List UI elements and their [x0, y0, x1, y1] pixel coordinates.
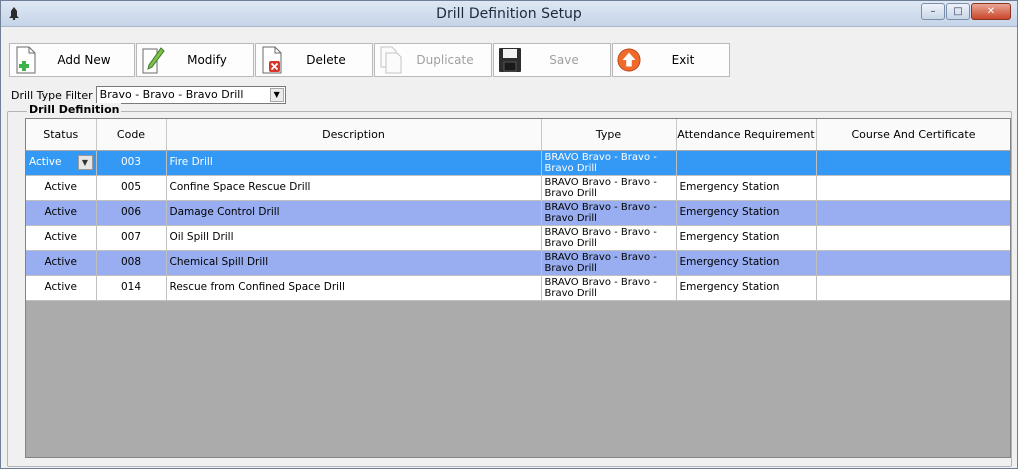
- pencil-icon: [141, 46, 165, 74]
- status-cell[interactable]: Active ▼: [26, 150, 97, 176]
- grid-header-row: Status Code Description Type Attendance …: [26, 119, 1010, 151]
- drill-definition-group-title: Drill Definition: [27, 103, 122, 116]
- drill-type-filter-value: Bravo - Bravo - Bravo Drill: [99, 88, 244, 101]
- course-cell: [816, 200, 1010, 226]
- course-cell: [816, 225, 1010, 251]
- duplicate-label: Duplicate: [416, 53, 474, 67]
- column-header-course[interactable]: Course And Certificate: [816, 119, 1010, 151]
- save-button[interactable]: Save: [493, 43, 611, 77]
- type-cell: BRAVO Bravo - Bravo - Bravo Drill: [541, 200, 677, 226]
- course-cell: [816, 150, 1010, 176]
- drill-type-filter-select[interactable]: Bravo - Bravo - Bravo Drill ▼: [95, 86, 286, 104]
- description-cell: Confine Space Rescue Drill: [166, 175, 542, 201]
- add-new-label: Add New: [57, 53, 111, 67]
- code-cell: 006: [96, 200, 167, 226]
- description-cell: Rescue from Confined Space Drill: [166, 275, 542, 301]
- drill-type-filter: Drill Type Filter Bravo - Bravo - Bravo …: [11, 86, 286, 104]
- maximize-button[interactable]: □: [946, 3, 970, 20]
- attendance-cell: Emergency Station: [676, 250, 817, 276]
- status-cell: Active: [26, 200, 97, 226]
- code-cell: 003: [96, 150, 167, 176]
- column-header-type[interactable]: Type: [541, 119, 677, 151]
- type-cell: BRAVO Bravo - Bravo - Bravo Drill: [541, 250, 677, 276]
- code-cell: 008: [96, 250, 167, 276]
- course-cell: [816, 275, 1010, 301]
- type-cell: BRAVO Bravo - Bravo - Bravo Drill: [541, 225, 677, 251]
- window-controls: – □ ✕: [920, 3, 1011, 20]
- code-cell: 007: [96, 225, 167, 251]
- exit-button[interactable]: Exit: [612, 43, 730, 77]
- up-arrow-icon: [617, 46, 641, 74]
- column-header-status[interactable]: Status: [26, 119, 97, 151]
- title-bar[interactable]: Drill Definition Setup – □ ✕: [1, 1, 1017, 27]
- description-cell: Chemical Spill Drill: [166, 250, 542, 276]
- add-document-icon: [14, 46, 38, 74]
- course-cell: [816, 250, 1010, 276]
- status-cell: Active: [26, 175, 97, 201]
- table-row[interactable]: Active 008 Chemical Spill Drill BRAVO Br…: [26, 250, 1010, 276]
- copy-icon: [379, 46, 403, 74]
- modify-button[interactable]: Modify: [136, 43, 254, 77]
- minimize-button[interactable]: –: [921, 3, 945, 20]
- delete-label: Delete: [306, 53, 346, 67]
- description-cell: Oil Spill Drill: [166, 225, 542, 251]
- type-cell: BRAVO Bravo - Bravo - Bravo Drill: [541, 175, 677, 201]
- course-cell: [816, 175, 1010, 201]
- table-row[interactable]: Active 014 Rescue from Confined Space Dr…: [26, 275, 1010, 301]
- drill-definition-window: Drill Definition Setup – □ ✕ Add New Mod…: [0, 0, 1018, 469]
- table-row[interactable]: Active ▼ 003 Fire Drill BRAVO Bravo - Br…: [26, 150, 1010, 176]
- attendance-cell: Emergency Station: [676, 175, 817, 201]
- column-header-attendance[interactable]: Attendance Requirement: [676, 119, 817, 151]
- drill-definition-table: Status Code Description Type Attendance …: [26, 119, 1010, 301]
- column-header-description[interactable]: Description: [166, 119, 542, 151]
- table-row[interactable]: Active 007 Oil Spill Drill BRAVO Bravo -…: [26, 225, 1010, 251]
- status-value: Active: [29, 156, 62, 168]
- type-cell: BRAVO Bravo - Bravo - Bravo Drill: [541, 275, 677, 301]
- modify-label: Modify: [187, 53, 227, 67]
- exit-label: Exit: [671, 53, 695, 67]
- save-label: Save: [549, 53, 579, 67]
- table-row[interactable]: Active 005 Confine Space Rescue Drill BR…: [26, 175, 1010, 201]
- chevron-down-icon[interactable]: ▼: [269, 88, 284, 102]
- attendance-cell: Emergency Station: [676, 275, 817, 301]
- drill-type-filter-label: Drill Type Filter: [11, 88, 93, 102]
- floppy-disk-icon: [498, 46, 522, 74]
- status-cell: Active: [26, 275, 97, 301]
- attendance-cell: Emergency Station: [676, 200, 817, 226]
- code-cell: 014: [96, 275, 167, 301]
- delete-document-icon: [260, 46, 284, 74]
- type-cell: BRAVO Bravo - Bravo - Bravo Drill: [541, 150, 677, 176]
- toolbar: Add New Modify Delete Duplicate Save Exi…: [9, 43, 731, 77]
- description-cell: Damage Control Drill: [166, 200, 542, 226]
- close-button[interactable]: ✕: [971, 3, 1011, 20]
- code-cell: 005: [96, 175, 167, 201]
- description-cell: Fire Drill: [166, 150, 542, 176]
- drill-definition-grid[interactable]: Status Code Description Type Attendance …: [25, 118, 1011, 458]
- delete-button[interactable]: Delete: [255, 43, 373, 77]
- attendance-cell: Emergency Station: [676, 225, 817, 251]
- column-header-code[interactable]: Code: [96, 119, 167, 151]
- window-title: Drill Definition Setup: [436, 6, 582, 22]
- table-row[interactable]: Active 006 Damage Control Drill BRAVO Br…: [26, 200, 1010, 226]
- attendance-cell: [676, 150, 817, 176]
- add-new-button[interactable]: Add New: [9, 43, 135, 77]
- chevron-down-icon[interactable]: ▼: [77, 154, 93, 170]
- status-cell: Active: [26, 225, 97, 251]
- status-cell: Active: [26, 250, 97, 276]
- duplicate-button[interactable]: Duplicate: [374, 43, 492, 77]
